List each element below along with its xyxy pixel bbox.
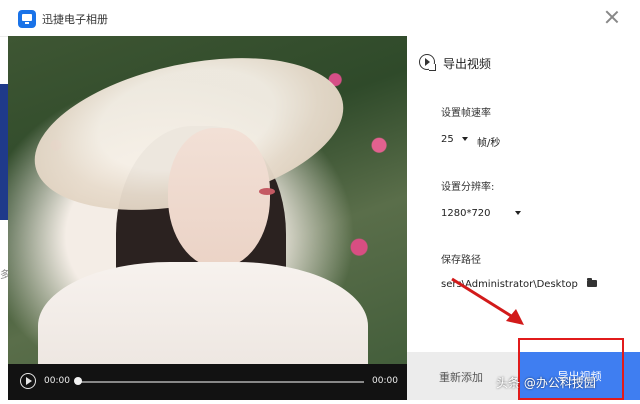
chevron-down-icon	[461, 137, 468, 141]
fps-label: 设置帧速率	[441, 108, 491, 119]
chevron-down-icon	[514, 211, 521, 215]
progress-track[interactable]	[76, 381, 364, 383]
fps-select[interactable]: 25	[441, 134, 468, 145]
save-path-label: 保存路径	[441, 255, 481, 266]
readd-button[interactable]: 重新添加	[439, 369, 483, 385]
video-control-bar: 00:00 00:00	[8, 364, 407, 400]
watermark-text: 头条 @办公科技园	[496, 376, 596, 390]
fps-unit: 帧/秒	[477, 138, 501, 149]
progress-knob[interactable]	[74, 377, 82, 385]
annotation-arrow-icon	[451, 277, 524, 325]
close-icon[interactable]	[604, 9, 620, 25]
title-bar: 迅捷电子相册	[0, 0, 640, 37]
background-app-strip	[0, 84, 8, 220]
export-video-icon	[419, 54, 436, 71]
resolution-value: 1280*720	[441, 208, 491, 219]
total-time: 00:00	[372, 376, 398, 386]
app-logo-icon	[18, 10, 36, 28]
resolution-select[interactable]: 1280*720	[441, 208, 521, 219]
preview-face	[168, 128, 270, 268]
resolution-label: 设置分辨率:	[441, 182, 495, 193]
video-preview[interactable]	[8, 36, 407, 400]
preview-lips	[259, 188, 275, 195]
current-time: 00:00	[44, 376, 70, 386]
window-title: 迅捷电子相册	[42, 13, 108, 26]
fps-value: 25	[441, 134, 454, 145]
panel-title: 导出视频	[443, 57, 492, 71]
play-icon[interactable]	[20, 373, 36, 389]
folder-icon[interactable]	[587, 278, 597, 287]
